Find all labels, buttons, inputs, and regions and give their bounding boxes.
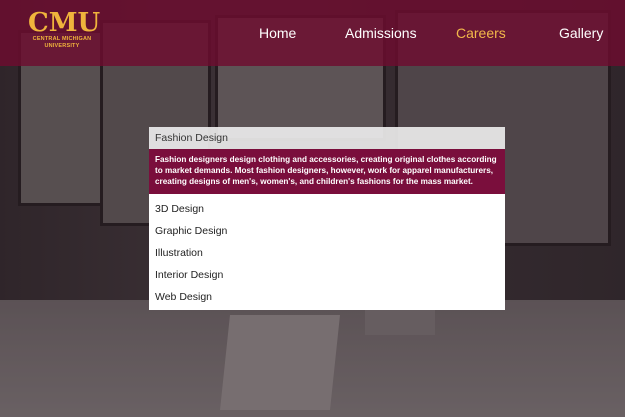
nav-gallery[interactable]: Gallery: [559, 24, 603, 42]
list-item-illustration[interactable]: Illustration: [149, 242, 505, 264]
nav-careers[interactable]: Careers: [456, 24, 506, 42]
list-item-graphic-design[interactable]: Graphic Design: [149, 220, 505, 242]
career-description: Fashion designers design clothing and ac…: [149, 149, 505, 194]
career-title: Fashion Design: [149, 127, 505, 149]
list-item-web-design[interactable]: Web Design: [149, 286, 505, 308]
site-header: CMU CENTRAL MICHIGAN UNIVERSITY Home Adm…: [0, 0, 625, 66]
list-item-3d-design[interactable]: 3D Design: [149, 198, 505, 220]
list-item-interior-design[interactable]: Interior Design: [149, 264, 505, 286]
logo-subtitle-line1: CENTRAL MICHIGAN: [32, 36, 92, 42]
nav-home[interactable]: Home: [259, 24, 296, 42]
logo-wordmark: CMU: [28, 8, 101, 38]
cmu-logo[interactable]: CMU CENTRAL MICHIGAN UNIVERSITY: [28, 8, 101, 50]
logo-subtitle-line2: UNIVERSITY: [44, 43, 80, 49]
career-card: Fashion Design Fashion designers design …: [149, 127, 505, 310]
related-careers-list: 3D Design Graphic Design Illustration In…: [149, 194, 505, 310]
nav-admissions[interactable]: Admissions: [345, 24, 417, 42]
